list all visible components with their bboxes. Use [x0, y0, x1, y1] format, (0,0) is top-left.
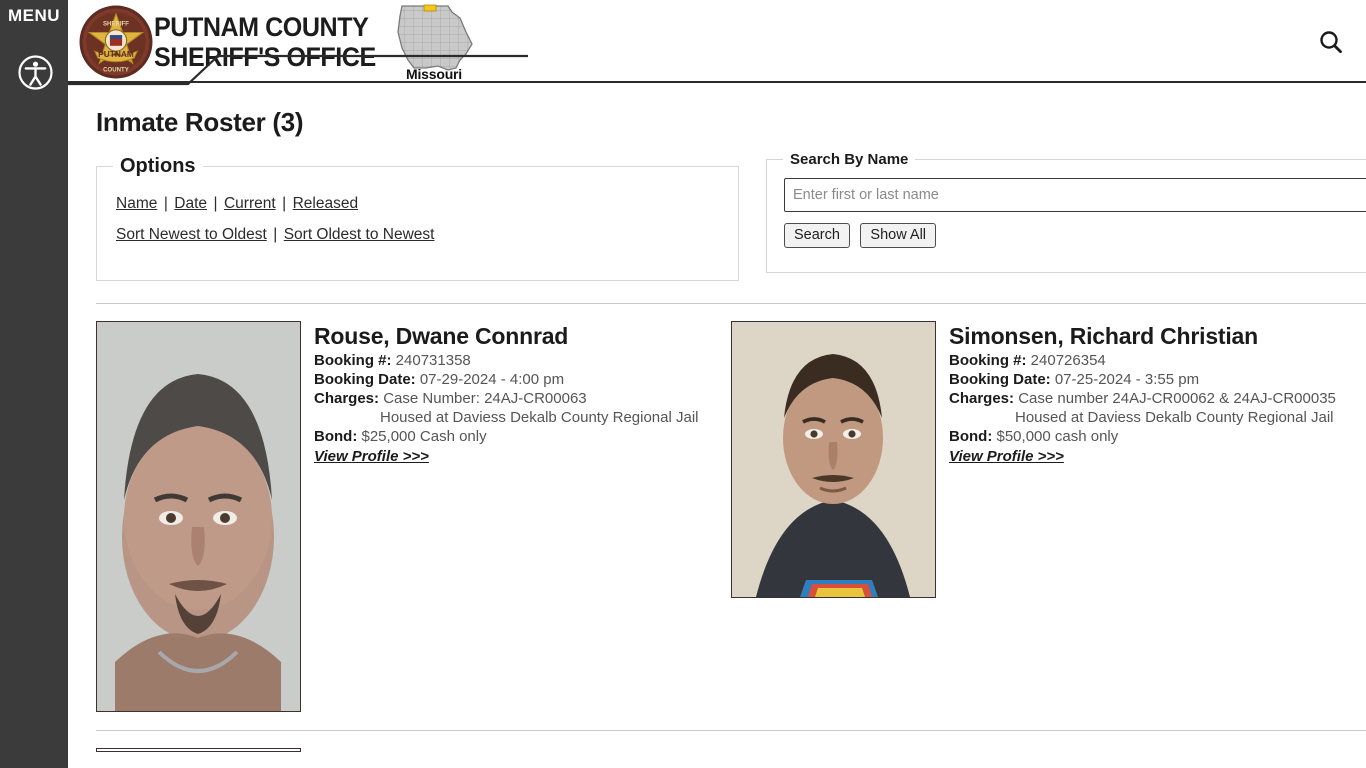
filter-links-row: Name | Date | Current | Released	[116, 193, 722, 215]
page-title: Inmate Roster (3)	[96, 107, 304, 137]
link-separator: |	[213, 195, 218, 212]
inmate-bond-row: Bond: $25,000 Cash only	[314, 427, 699, 446]
sort-link-oldest-to-newest[interactable]: Sort Oldest to Newest	[284, 226, 435, 243]
charges-value-line-1: Case Number: 24AJ-CR00063	[383, 390, 587, 407]
bond-label: Bond:	[949, 428, 993, 445]
inmate-card: Rouse, Dwane Connrad Booking #: 24073135…	[96, 321, 731, 712]
search-icon	[1320, 31, 1342, 53]
booking-number-value: 240726354	[1030, 352, 1106, 369]
search-legend: Search By Name	[790, 151, 909, 168]
left-sidebar: MENU	[0, 0, 68, 768]
search-by-name-panel: Search By Name Search Show All	[766, 151, 1366, 273]
inmate-mugshot	[96, 748, 301, 752]
menu-toggle-button[interactable]: MENU	[0, 6, 68, 25]
inmate-booking-number-row: Booking #: 240731358	[314, 351, 699, 370]
state-label: Missouri	[406, 66, 462, 82]
filters-and-search: Options Name | Date | Current | Released…	[96, 151, 1366, 285]
charges-value-line-2: Housed at Daviess Dekalb County Regional…	[1015, 409, 1334, 426]
search-button[interactable]: Search	[784, 223, 850, 248]
inmate-details: Rouse, Dwane Connrad Booking #: 24073135…	[301, 321, 699, 712]
inmate-booking-date-row: Booking Date: 07-29-2024 - 4:00 pm	[314, 370, 699, 389]
inmate-card: Simonsen, Richard Christian Booking #: 2…	[731, 321, 1366, 712]
booking-date-value: 07-25-2024 - 3:55 pm	[1054, 371, 1200, 388]
filter-link-name[interactable]: Name	[116, 195, 157, 212]
view-profile-link[interactable]: View Profile >>>	[949, 448, 1064, 465]
booking-number-label: Booking #:	[949, 352, 1027, 369]
svg-text:PUTNAM: PUTNAM	[98, 49, 134, 59]
svg-text:SHERIFF: SHERIFF	[103, 20, 129, 27]
inmate-name: Rouse, Dwane Connrad	[314, 323, 569, 349]
search-buttons-row: Search Show All	[784, 223, 1366, 248]
link-separator: |	[273, 226, 278, 243]
booking-number-value: 240731358	[395, 352, 471, 369]
header-search-button[interactable]	[1314, 26, 1348, 60]
filter-link-date[interactable]: Date	[174, 195, 207, 212]
options-panel: Options Name | Date | Current | Released…	[96, 155, 739, 281]
view-profile-link[interactable]: View Profile >>>	[314, 448, 429, 465]
filter-link-current[interactable]: Current	[224, 195, 276, 212]
show-all-button[interactable]: Show All	[860, 223, 937, 248]
booking-date-value: 07-29-2024 - 4:00 pm	[419, 371, 565, 388]
inmate-charges-row: Charges: Case number 24AJ-CR00062 & 24AJ…	[949, 389, 1336, 408]
inmate-booking-number-row: Booking #: 240726354	[949, 351, 1336, 370]
sheriff-badge-icon: PUTNAM SHERIFF COUNTY	[78, 4, 154, 80]
bond-value: $50,000 cash only	[996, 428, 1119, 445]
bond-value: $25,000 Cash only	[361, 428, 487, 445]
inmate-booking-date-row: Booking Date: 07-25-2024 - 3:55 pm	[949, 370, 1336, 389]
charges-label: Charges:	[314, 390, 380, 407]
main-content: Inmate Roster (3) Options Name | Date | …	[68, 83, 1366, 768]
inmate-roster-list: Rouse, Dwane Connrad Booking #: 24073135…	[96, 304, 1366, 752]
sort-links-row: Sort Newest to Oldest | Sort Oldest to N…	[116, 224, 722, 246]
site-header: PUTNAM SHERIFF COUNTY PUTNAM COUNTY SHER…	[68, 0, 1366, 83]
bond-label: Bond:	[314, 428, 358, 445]
link-separator: |	[163, 195, 168, 212]
roster-row: Rouse, Dwane Connrad Booking #: 24073135…	[96, 304, 1366, 712]
accessibility-icon	[18, 55, 53, 90]
booking-number-label: Booking #:	[314, 352, 392, 369]
svg-text:COUNTY: COUNTY	[103, 67, 129, 74]
inmate-card	[96, 748, 739, 752]
inmate-charges-row-2: Housed at Daviess Dekalb County Regional…	[949, 408, 1336, 427]
inmate-mugshot	[96, 321, 301, 712]
inmate-charges-row-2: Housed at Daviess Dekalb County Regional…	[314, 408, 699, 427]
roster-row	[96, 731, 1366, 752]
charges-value-line-1: Case number 24AJ-CR00062 & 24AJ-CR00035	[1018, 390, 1336, 407]
sort-link-newest-to-oldest[interactable]: Sort Newest to Oldest	[116, 226, 267, 243]
inmate-bond-row: Bond: $50,000 cash only	[949, 427, 1336, 446]
options-legend: Options	[120, 155, 196, 177]
search-input[interactable]	[784, 178, 1366, 212]
booking-date-label: Booking Date:	[314, 371, 416, 388]
booking-date-label: Booking Date:	[949, 371, 1051, 388]
link-separator: |	[282, 195, 287, 212]
filter-link-released[interactable]: Released	[293, 195, 359, 212]
inmate-details: Simonsen, Richard Christian Booking #: 2…	[936, 321, 1336, 712]
inmate-name: Simonsen, Richard Christian	[949, 323, 1258, 349]
charges-label: Charges:	[949, 390, 1015, 407]
accessibility-button[interactable]	[18, 55, 53, 90]
charges-value-line-2: Housed at Daviess Dekalb County Regional…	[380, 409, 699, 426]
menu-label: MENU	[7, 6, 61, 25]
inmate-charges-row: Charges: Case Number: 24AJ-CR00063	[314, 389, 699, 408]
inmate-mugshot	[731, 321, 936, 598]
